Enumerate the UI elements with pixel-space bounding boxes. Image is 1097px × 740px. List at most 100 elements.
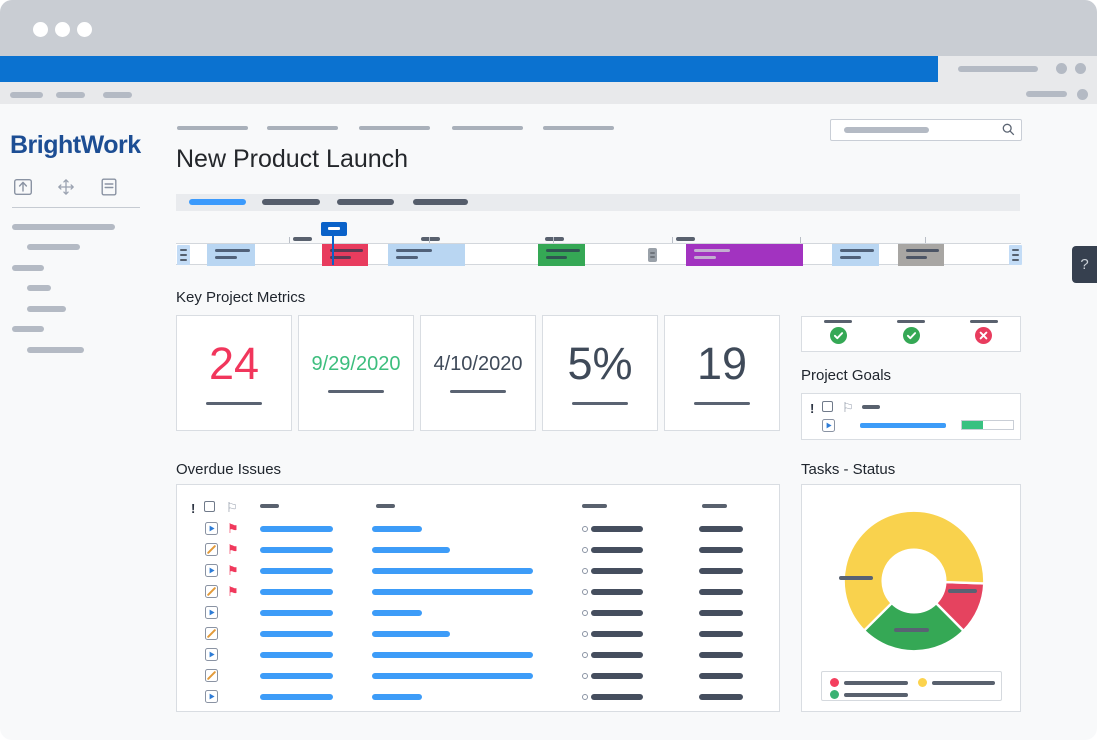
item-play-icon[interactable] <box>205 522 218 540</box>
sidebar-nav-item[interactable] <box>12 265 44 271</box>
issue-id-link[interactable] <box>260 631 333 637</box>
sidebar-nav-item[interactable] <box>12 224 115 230</box>
item-play-icon[interactable] <box>205 564 218 582</box>
gantt-task-bar[interactable] <box>832 244 879 266</box>
table-row[interactable]: ⚑ <box>177 563 779 578</box>
metric-card[interactable]: 5% <box>542 315 658 431</box>
tab-active[interactable] <box>189 199 246 205</box>
item-play-icon[interactable] <box>205 648 218 666</box>
section-heading-tasks: Tasks - Status <box>801 461 896 478</box>
assignee-placeholder <box>591 631 643 637</box>
timeline-marker-flag[interactable] <box>321 222 347 236</box>
table-row[interactable] <box>177 689 779 704</box>
issue-title-link[interactable] <box>372 568 533 574</box>
metric-card[interactable]: 24 <box>176 315 292 431</box>
metric-underline <box>572 402 628 405</box>
issue-id-link[interactable] <box>260 547 333 553</box>
item-edit-icon[interactable] <box>205 543 218 561</box>
issue-id-link[interactable] <box>260 652 333 658</box>
priority-icon: ! <box>810 401 815 416</box>
issue-title-link[interactable] <box>372 589 533 595</box>
issue-id-link[interactable] <box>260 589 333 595</box>
legend-label-placeholder <box>844 693 908 697</box>
gantt-task-bar[interactable] <box>388 244 465 266</box>
gantt-task-bar[interactable] <box>898 244 944 266</box>
goal-title-link[interactable] <box>860 423 946 428</box>
select-all-checkbox[interactable] <box>822 401 833 412</box>
item-edit-icon[interactable] <box>205 627 218 645</box>
column-header-placeholder <box>260 504 279 508</box>
tab-item[interactable] <box>337 199 394 205</box>
issue-id-link[interactable] <box>260 568 333 574</box>
gantt-task-bar[interactable] <box>207 244 255 266</box>
gantt-task-bar[interactable] <box>538 244 585 266</box>
table-row[interactable]: ⚑ <box>177 584 779 599</box>
suite-bar-dot-2[interactable] <box>1075 63 1086 74</box>
breadcrumb-item[interactable] <box>177 126 248 130</box>
table-row[interactable] <box>177 626 779 641</box>
issue-id-link[interactable] <box>260 610 333 616</box>
window-dot-2[interactable] <box>55 22 70 37</box>
table-row[interactable]: ⚑ <box>177 521 779 536</box>
issue-title-link[interactable] <box>372 694 422 700</box>
gantt-task-bar[interactable] <box>322 244 368 266</box>
issue-title-link[interactable] <box>372 631 450 637</box>
breadcrumb-item[interactable] <box>452 126 523 130</box>
issue-title-link[interactable] <box>372 526 422 532</box>
table-row[interactable] <box>177 668 779 683</box>
suite-bar-dot-1[interactable] <box>1056 63 1067 74</box>
assignee-placeholder <box>591 652 643 658</box>
ribbon-placeholder-2 <box>56 92 85 98</box>
table-row[interactable]: ⚑ <box>177 542 779 557</box>
window-dot-1[interactable] <box>33 22 48 37</box>
gantt-task-bar[interactable] <box>686 244 803 266</box>
gantt-tick <box>429 237 430 243</box>
sidebar-nav-item[interactable] <box>27 244 80 250</box>
sidebar-nav-item[interactable] <box>27 306 66 312</box>
metrics-cards: 24 9/29/2020 4/10/2020 5% 19 <box>176 315 780 431</box>
issue-title-link[interactable] <box>372 610 422 616</box>
search-icon[interactable] <box>1002 123 1015 141</box>
item-play-icon[interactable] <box>205 690 218 708</box>
breadcrumb-item[interactable] <box>267 126 338 130</box>
issue-title-link[interactable] <box>372 547 450 553</box>
gantt-scroll-handle[interactable] <box>177 245 190 265</box>
gantt-tick-label <box>545 237 564 241</box>
document-icon[interactable] <box>98 176 120 198</box>
issue-id-link[interactable] <box>260 526 333 532</box>
help-button[interactable]: ? <box>1072 246 1097 283</box>
goal-item-icon[interactable] <box>822 419 835 437</box>
tab-item[interactable] <box>262 199 320 205</box>
breadcrumb-item[interactable] <box>359 126 430 130</box>
table-row[interactable] <box>177 605 779 620</box>
item-edit-icon[interactable] <box>205 669 218 687</box>
tab-item[interactable] <box>413 199 468 205</box>
project-health-card <box>801 316 1021 352</box>
metric-card[interactable]: 19 <box>664 315 780 431</box>
sidebar-nav-item[interactable] <box>27 285 51 291</box>
page-title: New Product Launch <box>176 145 409 173</box>
metric-card[interactable]: 4/10/2020 <box>420 315 536 431</box>
gantt-scroll-handle[interactable] <box>1009 245 1022 265</box>
search-input[interactable] <box>830 119 1022 141</box>
issue-id-link[interactable] <box>260 673 333 679</box>
table-row[interactable] <box>177 647 779 662</box>
select-all-checkbox[interactable] <box>204 501 215 512</box>
breadcrumb-item[interactable] <box>543 126 614 130</box>
ribbon-placeholder-3 <box>103 92 132 98</box>
sidebar-nav-item[interactable] <box>12 326 44 332</box>
app-window: BrightWork New Product Launch Key Projec… <box>0 0 1097 740</box>
gantt-milestone-connector[interactable] <box>648 248 657 262</box>
window-dot-3[interactable] <box>77 22 92 37</box>
move-icon[interactable] <box>55 176 77 198</box>
issue-id-link[interactable] <box>260 694 333 700</box>
share-icon[interactable] <box>12 176 34 198</box>
item-play-icon[interactable] <box>205 606 218 624</box>
sidebar-nav-item[interactable] <box>27 347 84 353</box>
issue-title-link[interactable] <box>372 673 533 679</box>
issue-title-link[interactable] <box>372 652 533 658</box>
ribbon-dot[interactable] <box>1077 89 1088 100</box>
metric-card[interactable]: 9/29/2020 <box>298 315 414 431</box>
item-edit-icon[interactable] <box>205 585 218 603</box>
check-circle-icon <box>902 326 920 349</box>
